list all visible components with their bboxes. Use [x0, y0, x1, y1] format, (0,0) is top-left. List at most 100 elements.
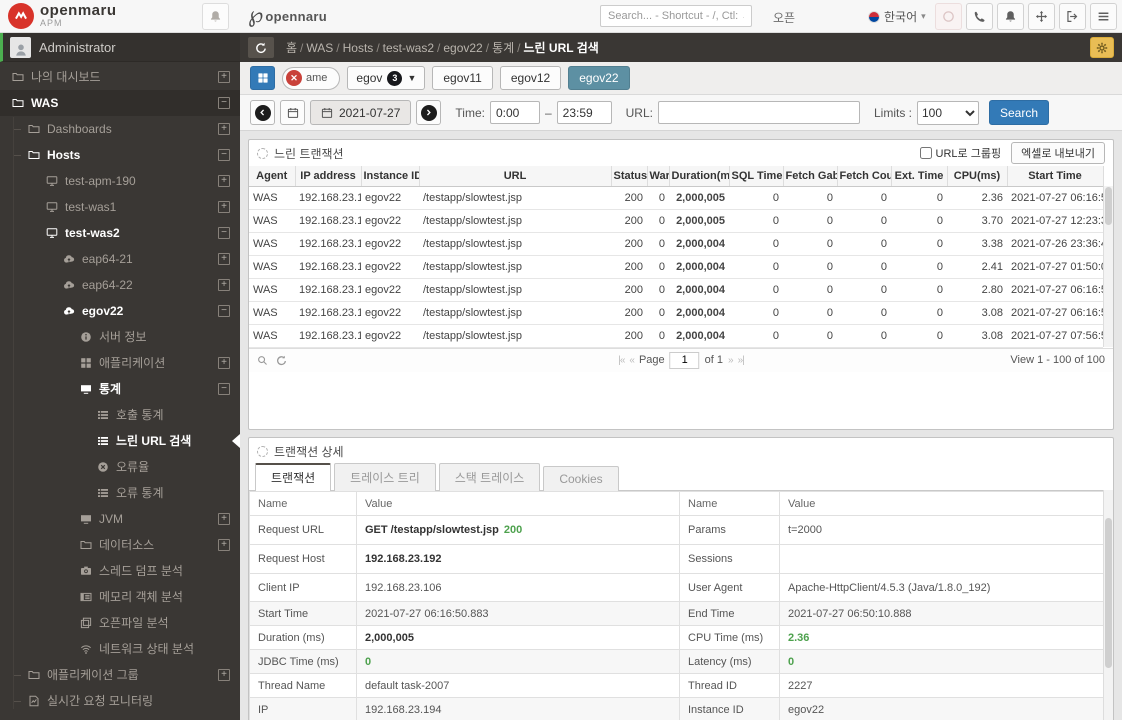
sidebar-item-eap64-22[interactable]: eap64-22 +	[0, 272, 240, 298]
sidebar-user[interactable]: Administrator	[0, 33, 240, 62]
expander-plus-icon[interactable]: +	[218, 513, 230, 525]
table-row[interactable]: WAS192.168.23.19egov22/testapp/slowtest.…	[249, 209, 1103, 233]
date-picker-button[interactable]: 2021-07-27	[310, 100, 412, 125]
expander-plus-icon[interactable]: +	[218, 71, 230, 83]
sidebar-item-hosts[interactable]: Hosts −	[0, 142, 240, 168]
sidebar-item-network-status[interactable]: 네트워크 상태 분석	[0, 636, 240, 662]
column-header-ext_time[interactable]: Ext. Time	[891, 166, 948, 187]
tab-트랜잭션[interactable]: 트랜잭션	[255, 463, 332, 491]
sidebar-item-slow-url-search[interactable]: 느린 URL 검색	[0, 428, 240, 454]
user-label[interactable]: 오픈	[773, 9, 795, 26]
logout-button[interactable]	[1059, 3, 1086, 30]
instance-grid-button[interactable]	[250, 66, 275, 90]
sidebar-item-datasource[interactable]: 데이터소스 +	[0, 532, 240, 558]
time-to-input[interactable]	[556, 101, 612, 124]
breadcrumb-item-test-was2[interactable]: test-was2	[383, 41, 434, 55]
fullscreen-button[interactable]	[1028, 3, 1055, 30]
expander-plus-icon[interactable]: +	[218, 279, 230, 291]
settings-button[interactable]	[1090, 37, 1114, 58]
expander-plus-icon[interactable]: +	[218, 253, 230, 265]
next-day-button[interactable]	[416, 100, 442, 125]
breadcrumb-item-통계[interactable]: 통계	[492, 39, 514, 56]
sidebar-item-server-info[interactable]: 서버 정보	[0, 324, 240, 350]
expander-plus-icon[interactable]: +	[218, 175, 230, 187]
column-header-fetch_count[interactable]: Fetch Count	[837, 166, 892, 187]
table-row[interactable]: WAS192.168.23.19egov22/testapp/slowtest.…	[249, 278, 1103, 302]
expander-minus-icon[interactable]: −	[218, 149, 230, 161]
limits-select[interactable]: 100	[917, 100, 979, 125]
page-input[interactable]	[669, 351, 700, 369]
table-row[interactable]: WAS192.168.23.19egov22/testapp/slowtest.…	[249, 301, 1103, 325]
refresh-button[interactable]	[248, 37, 274, 58]
url-input[interactable]	[657, 101, 860, 124]
sidebar-item-app-group[interactable]: 애플리케이션 그룹 +	[0, 662, 240, 688]
tab-트레이스-트리[interactable]: 트레이스 트리	[334, 463, 436, 491]
column-header-url[interactable]: URL	[419, 166, 612, 187]
sidebar-item-call-stats[interactable]: 호출 통계	[0, 402, 240, 428]
column-header-duration[interactable]: Duration(ms)	[669, 166, 730, 187]
sidebar-item-test-was1[interactable]: test-was1 +	[0, 194, 240, 220]
table-row[interactable]: WAS192.168.23.19egov22/testapp/slowtest.…	[249, 186, 1103, 210]
sidebar-item-open-file[interactable]: 오픈파일 분석	[0, 610, 240, 636]
sidebar-item-my-dashboard[interactable]: 나의 대시보드 +	[0, 64, 240, 90]
column-header-instance[interactable]: Instance ID	[361, 166, 420, 187]
reload-grid-icon[interactable]	[276, 355, 287, 366]
sidebar-item-dashboards[interactable]: Dashboards +	[0, 116, 240, 142]
table-row[interactable]: WAS192.168.23.19egov22/testapp/slowtest.…	[249, 255, 1103, 279]
table-row[interactable]: WAS192.168.23.19egov22/testapp/slowtest.…	[249, 232, 1103, 256]
sidebar-item-memory-object[interactable]: 메모리 객체 분석	[0, 584, 240, 610]
prev-day-button[interactable]	[250, 100, 275, 125]
expander-plus-icon[interactable]: +	[218, 539, 230, 551]
scrollbar-thumb[interactable]	[1105, 187, 1112, 225]
filter-tag-egov12[interactable]: egov12	[499, 66, 562, 90]
menu-button[interactable]	[1090, 3, 1117, 30]
prev-page-icon[interactable]: «	[629, 355, 634, 366]
notification-bell-button[interactable]	[202, 3, 229, 30]
table-scrollbar[interactable]	[1103, 186, 1113, 347]
next-page-icon[interactable]: »	[728, 355, 733, 366]
last-page-icon[interactable]: »|	[738, 355, 745, 366]
breadcrumb-item-egov22[interactable]: egov22	[443, 41, 482, 55]
breadcrumb-item-홈[interactable]: 홈	[286, 39, 297, 56]
breadcrumb-item-was[interactable]: WAS	[306, 41, 333, 55]
detail-scrollbar[interactable]	[1103, 490, 1113, 720]
column-header-start[interactable]: Start Time	[1007, 166, 1104, 187]
sidebar-item-error-stats[interactable]: 오류 통계	[0, 480, 240, 506]
sidebar-item-applications[interactable]: 애플리케이션 +	[0, 350, 240, 376]
column-header-sql_time[interactable]: SQL Time(ms)	[729, 166, 784, 187]
expander-plus-icon[interactable]: +	[218, 201, 230, 213]
sidebar-item-test-apm-190[interactable]: test-apm-190 +	[0, 168, 240, 194]
sidebar-item-realtime-monitor[interactable]: 실시간 요청 모니터링	[0, 688, 240, 714]
sidebar-item-statistics[interactable]: 통계 −	[0, 376, 240, 402]
expander-plus-icon[interactable]: +	[218, 669, 230, 681]
language-selector[interactable]: 한국어 ▾	[868, 8, 926, 25]
filter-tag-egov11[interactable]: egov11	[432, 66, 493, 90]
remove-filter-icon[interactable]: ✕	[286, 70, 302, 86]
tab-스택-트레이스[interactable]: 스택 트레이스	[438, 463, 541, 491]
expander-minus-icon[interactable]: −	[218, 383, 230, 395]
sidebar-item-test-was2[interactable]: test-was2 −	[0, 220, 240, 246]
search-records-icon[interactable]	[257, 355, 268, 366]
column-header-cpu[interactable]: CPU(ms)	[947, 166, 1008, 187]
breadcrumb-item-hosts[interactable]: Hosts	[343, 41, 374, 55]
first-page-icon[interactable]: |«	[618, 355, 625, 366]
group-by-url-checkbox[interactable]	[919, 147, 932, 159]
chat-circle-button[interactable]	[935, 3, 962, 30]
filter-tag-egov22[interactable]: egov22	[568, 66, 630, 90]
table-row[interactable]: WAS192.168.23.19egov22/testapp/slowtest.…	[249, 324, 1103, 348]
calendar-button[interactable]	[280, 100, 305, 125]
expander-minus-icon[interactable]: −	[218, 305, 230, 317]
sidebar-item-jvm[interactable]: JVM +	[0, 506, 240, 532]
export-excel-button[interactable]: 엑셀로 내보내기	[1011, 142, 1105, 164]
sidebar-item-thread-dump[interactable]: 스레드 덤프 분석	[0, 558, 240, 584]
egov-group-dropdown[interactable]: egov 3 ▼	[347, 66, 426, 90]
search-input[interactable]	[600, 5, 752, 27]
sidebar-item-eap64-21[interactable]: eap64-21 +	[0, 246, 240, 272]
scrollbar-thumb[interactable]	[1105, 518, 1112, 668]
expander-plus-icon[interactable]: +	[218, 357, 230, 369]
column-header-status[interactable]: Status	[611, 166, 648, 187]
column-header-fetch_gab[interactable]: Fetch Gab	[783, 166, 838, 187]
phone-button[interactable]	[966, 3, 993, 30]
search-button[interactable]: Search	[989, 100, 1050, 125]
column-header-warning[interactable]: Warning	[647, 166, 670, 187]
